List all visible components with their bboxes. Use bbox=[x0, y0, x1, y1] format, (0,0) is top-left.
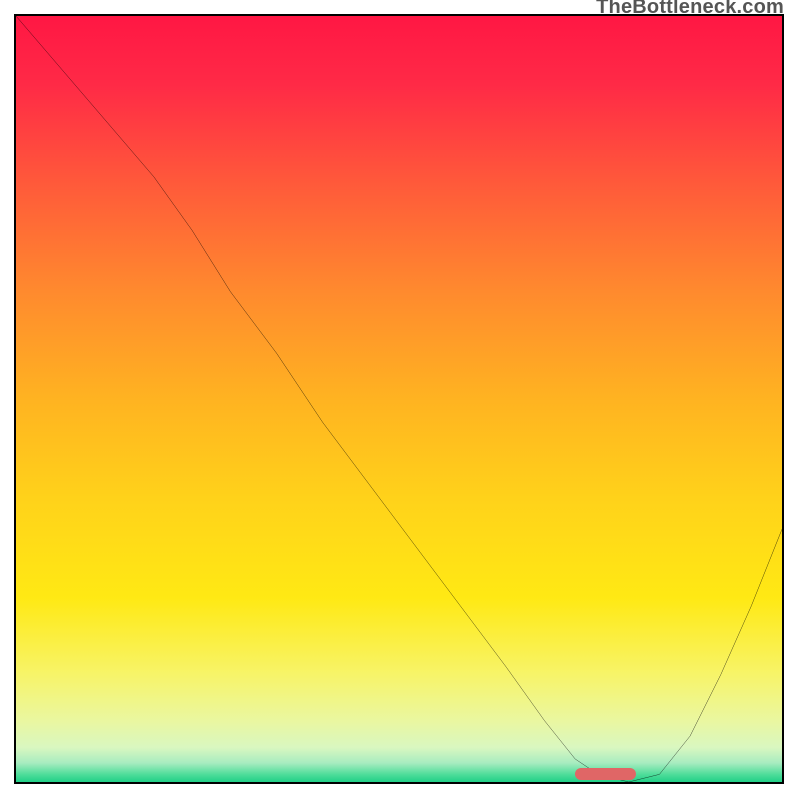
optimal-range-marker bbox=[575, 768, 636, 780]
bottleneck-curve bbox=[16, 16, 782, 782]
plot-area bbox=[14, 14, 784, 784]
chart-frame: TheBottleneck.com bbox=[0, 0, 800, 800]
